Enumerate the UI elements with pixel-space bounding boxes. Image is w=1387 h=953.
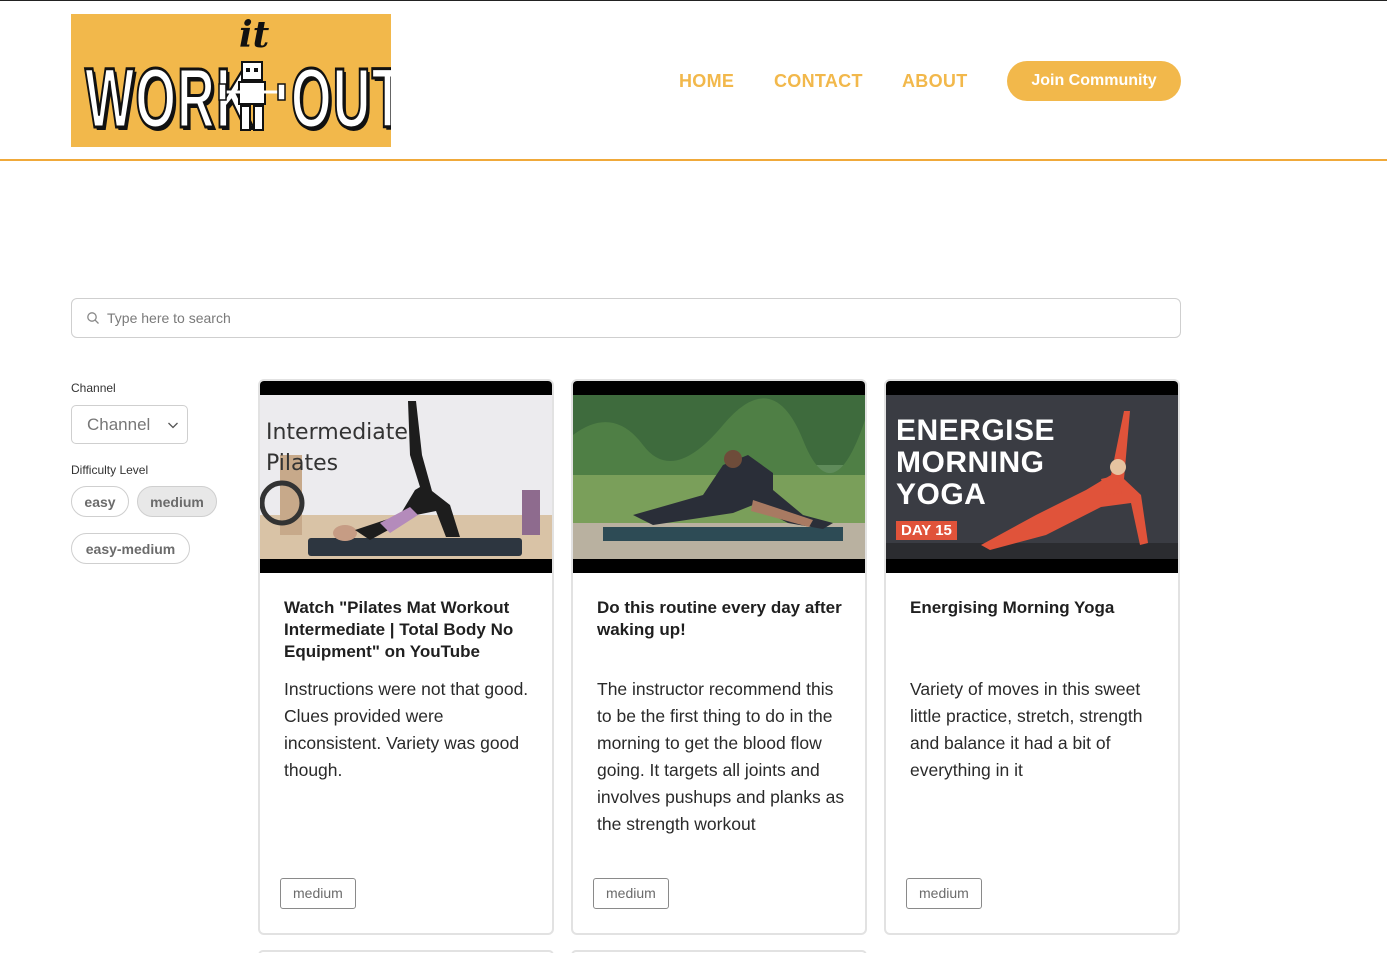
logo-it-text: it bbox=[239, 14, 270, 56]
card-description: Variety of moves in this sweet little pr… bbox=[910, 679, 1143, 780]
difficulty-chip-medium[interactable]: medium bbox=[137, 486, 217, 517]
video-thumbnail[interactable] bbox=[573, 381, 865, 573]
weightlifter-icon bbox=[218, 61, 286, 131]
card-title[interactable]: Energising Morning Yoga bbox=[910, 597, 1160, 619]
difficulty-tag: medium bbox=[593, 878, 669, 909]
difficulty-chip-easy[interactable]: easy bbox=[71, 486, 129, 517]
search-bar[interactable] bbox=[71, 298, 1181, 338]
workout-thumbnail-image bbox=[573, 395, 865, 559]
card-description: The instructor recommend this to be the … bbox=[597, 679, 845, 834]
video-card[interactable]: Intermediate Pilates Watch "Pilates Mat … bbox=[258, 379, 554, 935]
difficulty-tag: medium bbox=[280, 878, 356, 909]
site-logo[interactable]: it WORK OUT bbox=[71, 14, 391, 147]
card-title[interactable]: Watch "Pilates Mat Workout Intermediate … bbox=[284, 597, 534, 663]
thumbnail-caption: Intermediate Pilates bbox=[266, 420, 408, 476]
nav-contact[interactable]: CONTACT bbox=[774, 71, 863, 92]
card-description: Instructions were not that good. Clues p… bbox=[284, 679, 529, 780]
logo-out-text: OUT bbox=[290, 51, 391, 145]
nav-about[interactable]: ABOUT bbox=[902, 71, 968, 92]
difficulty-chip-easy-medium[interactable]: easy-medium bbox=[71, 533, 190, 564]
channel-select[interactable]: Channel bbox=[71, 405, 188, 444]
search-icon bbox=[87, 312, 99, 324]
channel-select-value: Channel bbox=[87, 415, 151, 434]
video-card[interactable]: ENERGISE MORNING YOGA DAY 15 Energising … bbox=[884, 379, 1180, 935]
nav-home[interactable]: HOME bbox=[679, 71, 734, 92]
difficulty-label: Difficulty Level bbox=[71, 463, 149, 477]
difficulty-tag: medium bbox=[906, 878, 982, 909]
video-thumbnail[interactable]: ENERGISE MORNING YOGA DAY 15 bbox=[886, 381, 1178, 573]
day-badge: DAY 15 bbox=[896, 521, 957, 540]
site-header: it WORK OUT HOME CONTACT ABOUT Join Comm… bbox=[0, 1, 1387, 161]
video-card[interactable]: Do this routine every day after waking u… bbox=[571, 379, 867, 935]
chevron-down-icon bbox=[168, 422, 178, 429]
channel-label: Channel bbox=[71, 381, 116, 395]
video-thumbnail[interactable]: Intermediate Pilates bbox=[260, 381, 552, 573]
search-input[interactable] bbox=[107, 300, 1167, 336]
join-community-button[interactable]: Join Community bbox=[1007, 61, 1181, 101]
thumbnail-caption: ENERGISE MORNING YOGA bbox=[896, 414, 1056, 511]
card-title[interactable]: Do this routine every day after waking u… bbox=[597, 597, 847, 641]
